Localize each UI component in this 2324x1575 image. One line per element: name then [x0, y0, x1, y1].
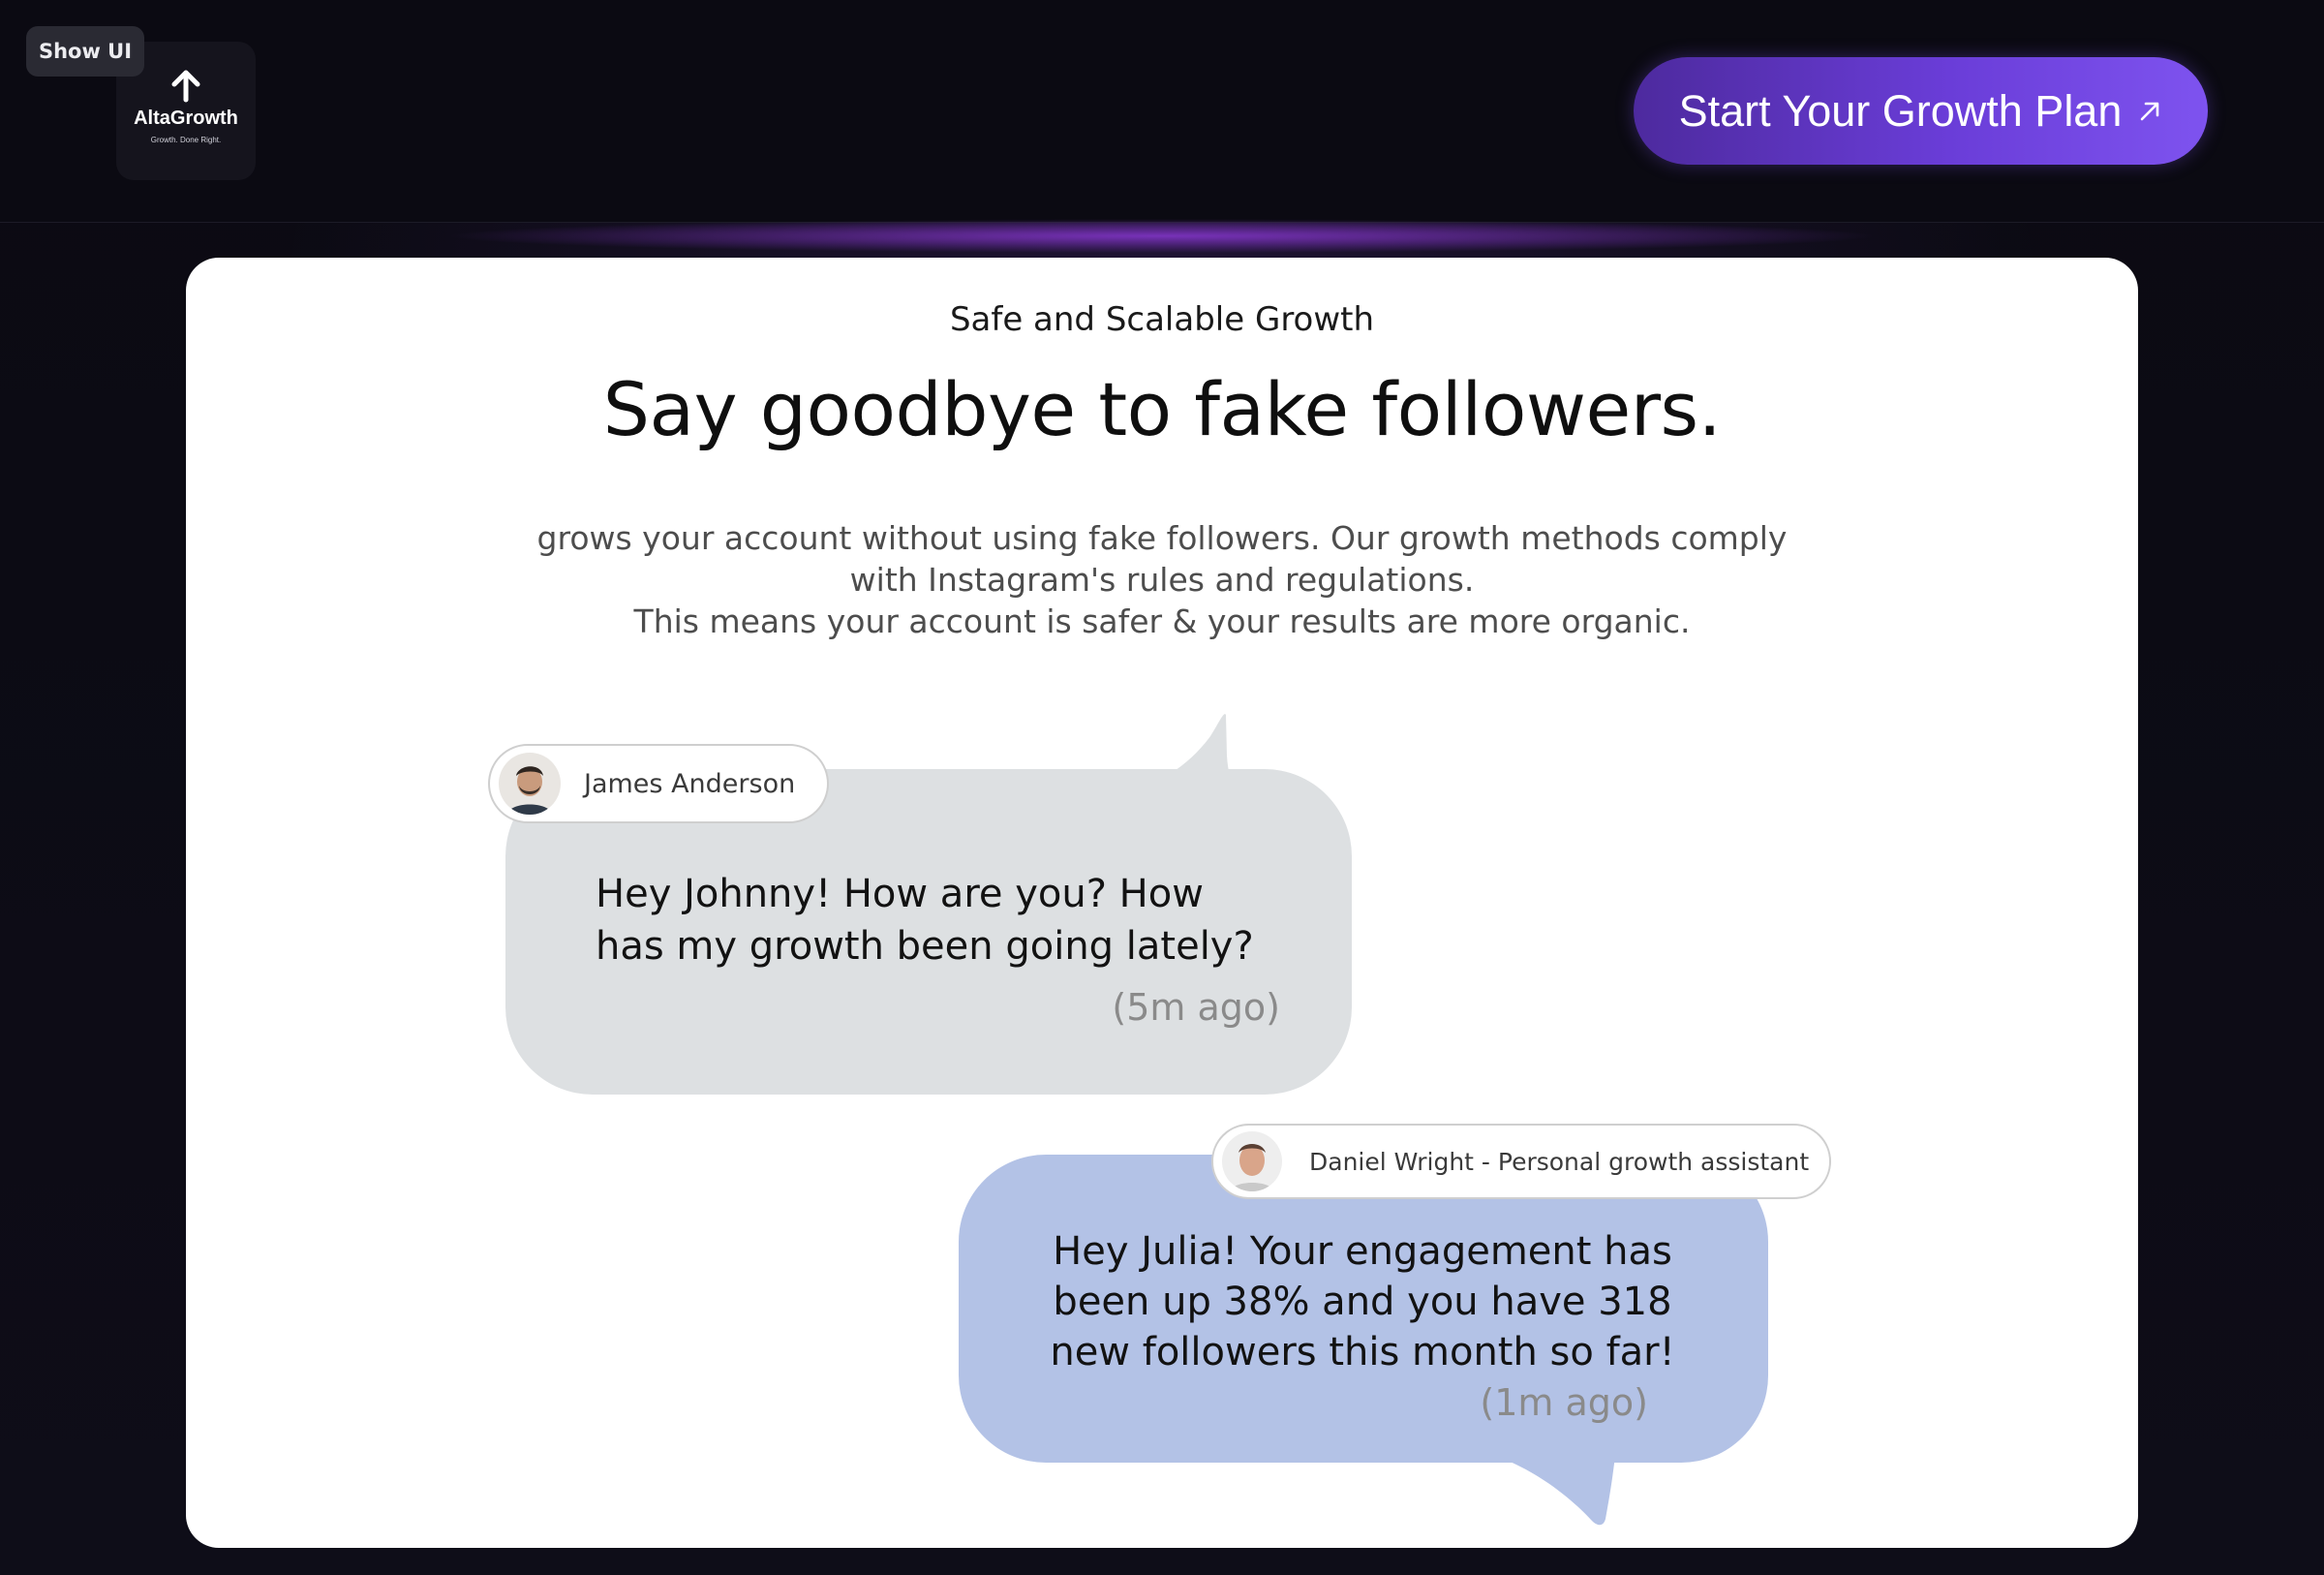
message-line: new followers this month so far! [1050, 1330, 1675, 1374]
sender-name: Daniel Wright - Personal growth assistan… [1309, 1147, 1810, 1176]
section-headline: Say goodbye to fake followers. [602, 366, 1722, 452]
description-line: with Instagram's rules and regulations. [849, 561, 1475, 599]
message-line: has my growth been going lately? [596, 924, 1254, 969]
start-growth-plan-button[interactable]: Start Your Growth Plan [1634, 57, 2208, 165]
section-eyebrow: Safe and Scalable Growth [949, 300, 1375, 339]
logo-name: AltaGrowth [134, 107, 238, 129]
chat-message-outgoing: Hey Julia! Your engagement has been up 3… [1038, 1226, 1687, 1377]
sender-name: James Anderson [584, 768, 796, 799]
message-line: been up 38% and you have 318 [1053, 1280, 1672, 1324]
avatar [1222, 1131, 1282, 1191]
header-glow-divider [271, 219, 2053, 262]
description-line: grows your account without using fake fo… [536, 519, 1788, 557]
feature-card: Safe and Scalable Growth Say goodbye to … [186, 258, 2138, 1548]
message-line: Hey Johnny! How are you? How [596, 872, 1204, 916]
message-timestamp: (5m ago) [1112, 986, 1280, 1029]
show-ui-button[interactable]: Show UI [26, 26, 144, 77]
sender-pill: Daniel Wright - Personal growth assistan… [1211, 1124, 1831, 1199]
arrow-up-icon [171, 70, 200, 102]
description-line: This means your account is safer & your … [633, 602, 1691, 640]
cta-label: Start Your Growth Plan [1678, 85, 2123, 136]
top-header: Show UI AltaGrowth Growth. Done Right. S… [0, 0, 2324, 223]
message-timestamp: (1m ago) [1480, 1381, 1648, 1424]
section-description: grows your account without using fake fo… [436, 517, 1888, 642]
avatar [499, 753, 561, 815]
chat-message-incoming: Hey Johnny! How are you? How has my grow… [596, 868, 1293, 973]
logo-tagline: Growth. Done Right. [150, 135, 222, 144]
arrow-up-right-icon [2141, 102, 2159, 120]
message-line: Hey Julia! Your engagement has [1053, 1229, 1672, 1274]
sender-pill: James Anderson [488, 744, 829, 823]
